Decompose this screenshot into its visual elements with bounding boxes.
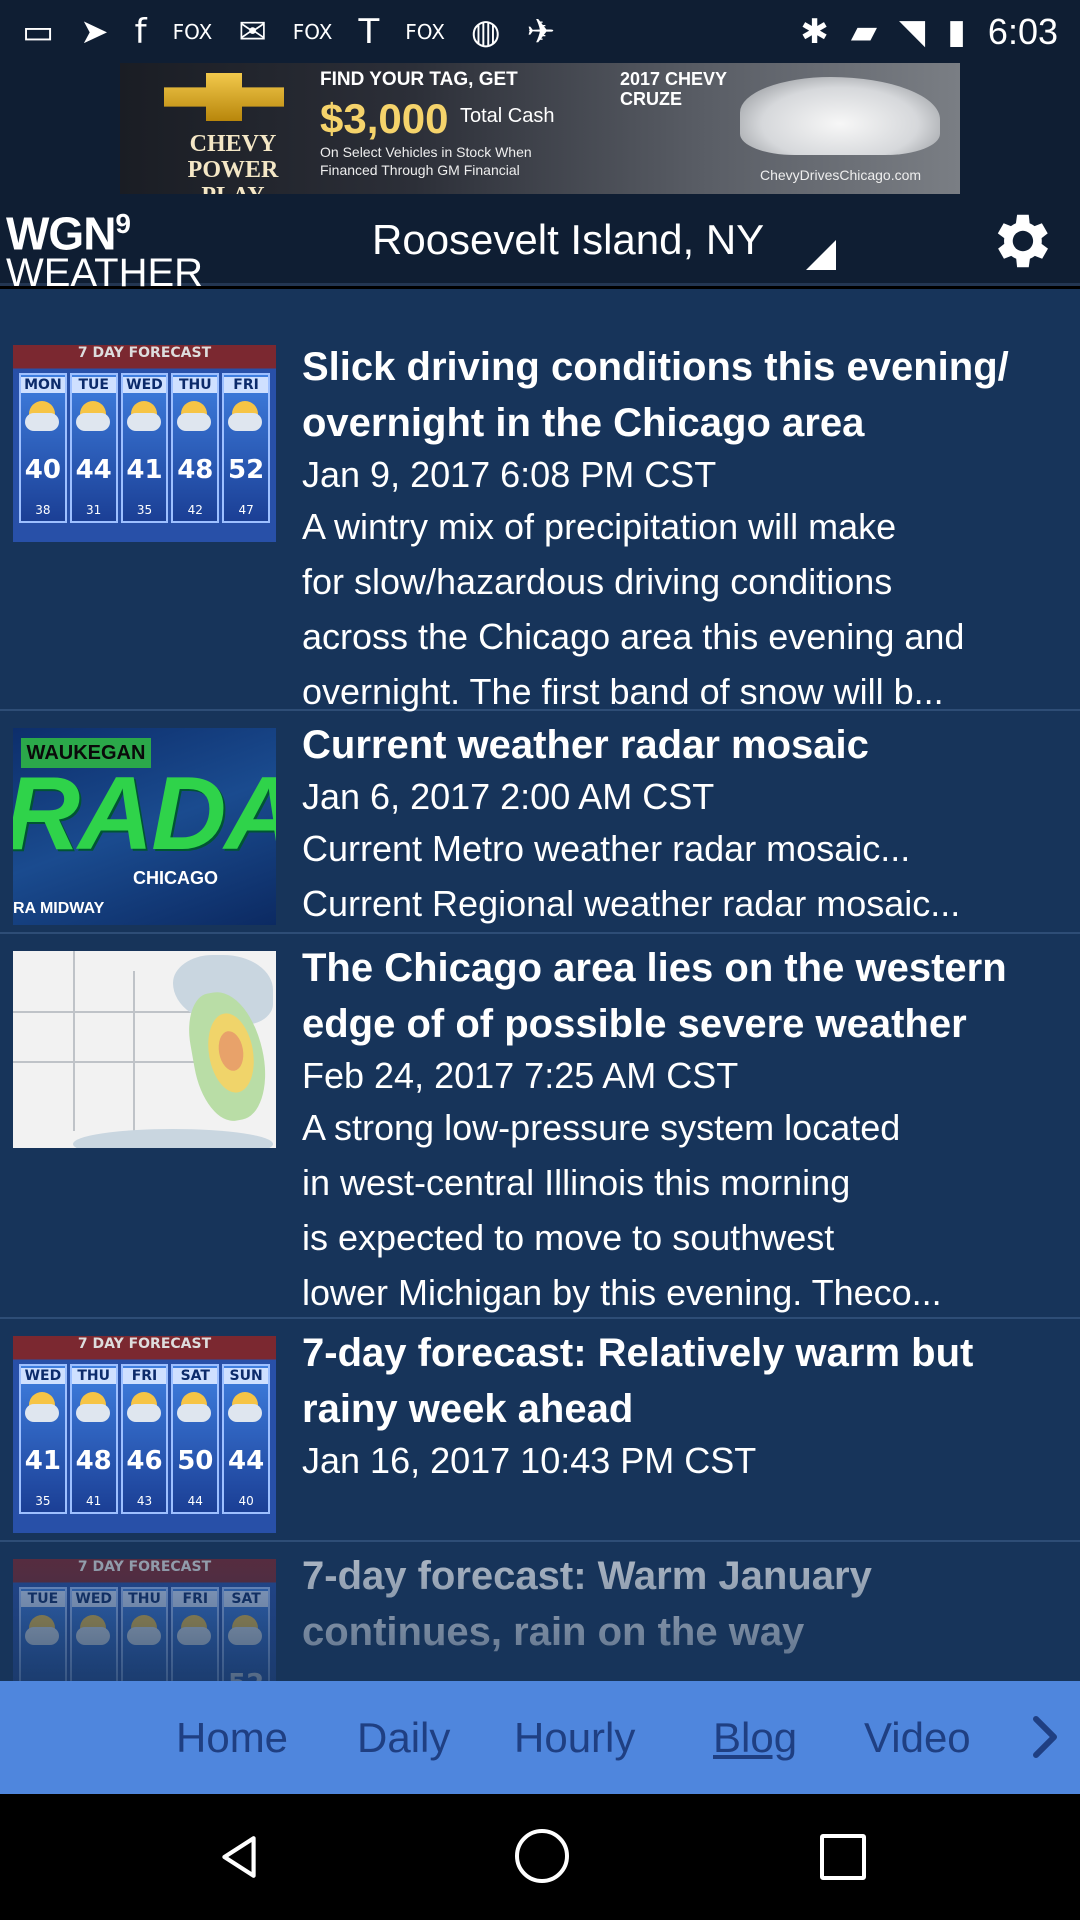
app-header: WGN9 WEATHER Roosevelt Island, NY — [0, 194, 1080, 293]
forecast-thumbnail: 7 DAY FORECAST WED 41 35 THU 48 41 FRI 46 43 S… — [13, 1336, 276, 1533]
gear-icon[interactable] — [985, 206, 1055, 276]
ad-banner[interactable]: CHEVY POWER PLAY FIND YOUR TAG, GET $3,0… — [120, 63, 960, 194]
item-title: The Chicago area lies on the western edg… — [302, 946, 1007, 1046]
list-item[interactable]: 7 DAY FORECAST MON 40 38 TUE 44 31 WED 41 35 T… — [0, 289, 1080, 712]
forecast-thumbnail: 7 DAY FORECAST TUE WED THU FRI SAT52 — [13, 1559, 276, 1681]
item-date: Feb 24, 2017 7:25 AM CST — [302, 1055, 739, 1096]
bottom-tab-bar: Home Daily Hourly Blog Video — [0, 1681, 1080, 1794]
chevy-bowtie-icon — [164, 73, 284, 121]
item-summary: A strong low-pressure system located in … — [302, 1107, 942, 1313]
location-selector[interactable]: Roosevelt Island, NY — [372, 194, 764, 286]
status-bar: ▭ ➤ f FOX ✉ FOX T FOX ◍ ✈ ✱ ▰ ◥ ▮ 6:03 — [0, 0, 1080, 63]
fox-news-icon: FOX — [405, 19, 445, 44]
pandora-icon: ◍ — [470, 11, 501, 52]
item-title: Slick driving conditions this evening/ o… — [302, 345, 1009, 445]
tab-blog[interactable]: Blog — [713, 1681, 797, 1794]
item-date: Jan 6, 2017 2:00 AM CST — [302, 776, 715, 817]
ad-amount-suffix: Total Cash — [460, 105, 555, 127]
list-item[interactable]: 7 DAY FORECAST WED 41 35 THU 48 41 FRI 46 43 S… — [0, 1319, 1080, 1542]
tab-hourly[interactable]: Hourly — [514, 1681, 635, 1794]
navigation-icon: ➤ — [80, 11, 109, 52]
fox-news-icon: FOX — [172, 19, 213, 44]
item-summary: Current Metro weather radar mosaic... Cu… — [302, 828, 961, 924]
system-nav-bar — [0, 1794, 1080, 1920]
ad-model: 2017 CHEVY CRUZE — [620, 69, 728, 109]
ad-amount: $3,000 — [320, 95, 449, 142]
item-title: 7-day forecast: Warm January continues, … — [302, 1554, 872, 1654]
tab-daily[interactable]: Daily — [357, 1681, 450, 1794]
ad-brand: CHEVY POWER PLAY — [187, 131, 279, 194]
car-image — [740, 77, 940, 155]
ad-site: ChevyDrivesChicago.com — [760, 167, 922, 183]
recent-apps-icon[interactable] — [820, 1834, 866, 1880]
ad-strip: CHEVY POWER PLAY FIND YOUR TAG, GET $3,0… — [0, 63, 1080, 194]
item-date: Jan 9, 2017 6:08 PM CST — [302, 454, 717, 495]
tab-home[interactable]: Home — [176, 1681, 288, 1794]
dropdown-triangle-icon[interactable] — [806, 240, 836, 270]
home-icon[interactable] — [515, 1829, 569, 1883]
ad-fine-print: On Select Vehicles in Stock When Finance… — [320, 144, 532, 178]
item-summary: A wintry mix of precipitation will make … — [302, 506, 965, 712]
item-date: Jan 16, 2017 10:43 PM CST — [302, 1440, 757, 1481]
facebook-icon: f — [134, 11, 147, 52]
radar-thumbnail: WAUKEGAN RADA CHICAGO RA MIDWAY — [13, 728, 276, 925]
battery-icon: ▮ — [947, 11, 966, 52]
signal-icon: ▰ — [850, 11, 878, 52]
blog-feed: 7 DAY FORECAST MON 40 38 TUE 44 31 WED 41 35 T… — [0, 289, 1080, 1681]
status-time: 6:03 — [987, 10, 1058, 52]
chevron-right-icon[interactable] — [1020, 1713, 1068, 1761]
list-item[interactable]: 7 DAY FORECAST TUE WED THU FRI SAT52 7-d… — [0, 1542, 1080, 1681]
gmail-icon: ✉ — [238, 11, 267, 52]
bluetooth-icon: ✱ — [800, 11, 829, 52]
fox-news-icon: FOX — [292, 19, 333, 44]
tumblr-icon: T — [358, 11, 380, 52]
item-title: Current weather radar mosaic — [302, 723, 869, 767]
tab-video[interactable]: Video — [864, 1681, 971, 1794]
chat-icon: ▭ — [22, 11, 55, 52]
map-thumbnail — [13, 951, 276, 1148]
list-item[interactable]: WAUKEGAN RADA CHICAGO RA MIDWAY Current … — [0, 711, 1080, 934]
back-icon[interactable] — [214, 1832, 264, 1882]
item-title: 7-day forecast: Relatively warm but rain… — [302, 1331, 974, 1431]
ad-headline: FIND YOUR TAG, GET — [320, 69, 518, 90]
chevy-logo: CHEVY POWER PLAY — [140, 69, 310, 194]
wifi-icon: ◥ — [899, 11, 926, 52]
forecast-thumbnail: 7 DAY FORECAST MON 40 38 TUE 44 31 WED 41 35 T… — [13, 345, 276, 542]
wgn-weather-logo[interactable]: WGN9 WEATHER — [6, 202, 258, 293]
list-item[interactable]: The Chicago area lies on the western edg… — [0, 934, 1080, 1319]
fakegps-icon: ✈ — [526, 11, 556, 52]
notification-icons: ▭ ➤ f FOX ✉ FOX T FOX ◍ ✈ — [22, 12, 555, 52]
